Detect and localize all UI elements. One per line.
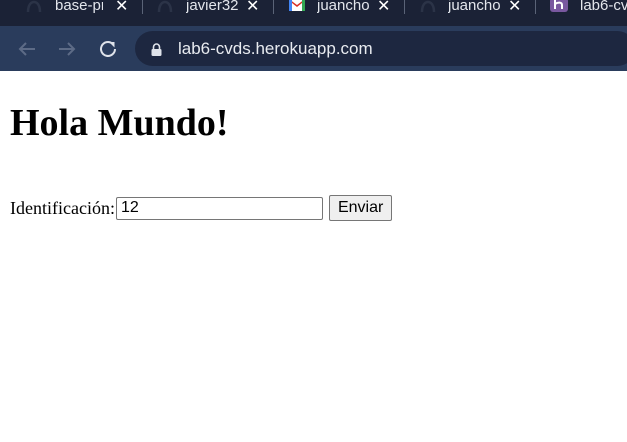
reload-icon[interactable] [96, 37, 120, 61]
github-icon [26, 0, 42, 12]
back-arrow-icon[interactable] [15, 37, 39, 61]
page-heading: Hola Mundo! [10, 102, 229, 144]
tab-strip: base-pr ✕ javier32 ✕ juancho ✕ juancho ✕ [0, 0, 627, 26]
tab-label: javier32 [186, 0, 238, 14]
gmail-icon [289, 0, 305, 11]
address-bar[interactable]: lab6-cvds.herokuapp.com [135, 31, 627, 66]
heroku-icon [550, 0, 568, 12]
tab-label: juancho [448, 0, 500, 14]
tab-label: lab6-cv [580, 0, 627, 14]
tab-label: juancho [317, 0, 369, 14]
identification-input[interactable] [115, 196, 323, 220]
identification-form: Identificación: Enviar [10, 195, 393, 221]
tab-divider [142, 0, 143, 14]
close-icon[interactable]: ✕ [115, 0, 128, 14]
forward-arrow-icon[interactable] [55, 37, 79, 61]
github-icon [157, 0, 173, 12]
close-icon[interactable]: ✕ [508, 0, 521, 14]
lock-icon[interactable] [151, 43, 162, 56]
tab-label: base-pr [55, 0, 103, 14]
close-icon[interactable]: ✕ [246, 0, 259, 14]
identification-label: Identificación: [10, 198, 115, 218]
browser-toolbar: lab6-cvds.herokuapp.com [0, 26, 627, 71]
tab-divider [535, 0, 536, 14]
tab-divider [273, 0, 274, 14]
github-icon [420, 0, 436, 12]
tab-divider [404, 0, 405, 14]
page-content: Hola Mundo! Identificación: Enviar [0, 71, 627, 442]
close-icon[interactable]: ✕ [377, 0, 390, 14]
url-text[interactable]: lab6-cvds.herokuapp.com [178, 39, 373, 59]
submit-button[interactable]: Enviar [328, 195, 393, 221]
